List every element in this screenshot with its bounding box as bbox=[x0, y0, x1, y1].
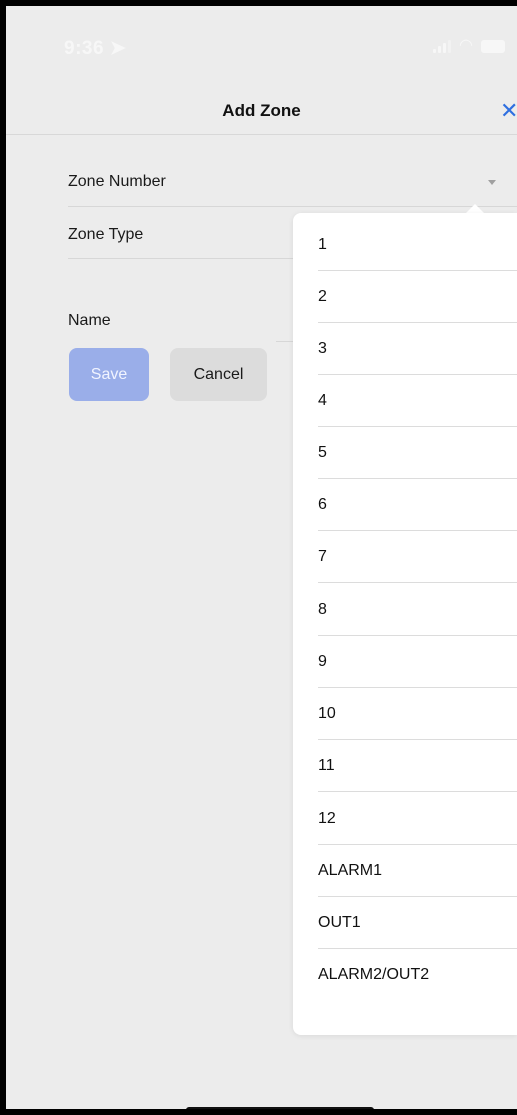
dropdown-option[interactable]: 10 bbox=[318, 688, 517, 740]
dropdown-option[interactable]: 12 bbox=[318, 793, 517, 845]
close-icon[interactable]: ✕ bbox=[500, 98, 517, 124]
status-time-text: 9:36 bbox=[64, 38, 105, 59]
page-title: Add Zone bbox=[222, 101, 301, 120]
dropdown-option[interactable]: ALARM2/OUT2 bbox=[318, 949, 517, 1001]
dropdown-option[interactable]: 7 bbox=[318, 531, 517, 583]
header-divider bbox=[6, 134, 517, 135]
name-label: Name bbox=[68, 312, 111, 329]
dropdown-option[interactable]: 4 bbox=[318, 375, 517, 427]
dropdown-option[interactable]: OUT1 bbox=[318, 897, 517, 949]
dropdown-option[interactable]: 3 bbox=[318, 323, 517, 375]
status-time: 9:36 ➤ bbox=[64, 37, 126, 60]
cellular-signal-icon bbox=[433, 39, 451, 53]
zone-type-label: Zone Type bbox=[68, 226, 144, 243]
wifi-icon: ◠ bbox=[459, 37, 473, 54]
dropdown-option[interactable]: 6 bbox=[318, 479, 517, 531]
status-icons: ◠ bbox=[433, 37, 505, 54]
dropdown-option[interactable]: ALARM1 bbox=[318, 845, 517, 897]
home-indicator[interactable] bbox=[186, 1107, 374, 1109]
battery-icon bbox=[480, 39, 505, 53]
dropdown-option[interactable]: 11 bbox=[318, 740, 517, 792]
app-screen: 9:36 ➤ ◠ Add Zone ✕ Zone Number Zone Typ… bbox=[6, 6, 517, 1109]
chevron-down-icon[interactable] bbox=[488, 180, 496, 185]
zone-number-dropdown[interactable]: 1 2 3 4 5 6 7 8 9 10 11 12 ALARM1 OUT1 A… bbox=[293, 213, 517, 1035]
save-button[interactable]: Save bbox=[69, 348, 149, 401]
dropdown-caret bbox=[466, 204, 484, 213]
dropdown-option[interactable]: 9 bbox=[318, 636, 517, 688]
zone-number-label: Zone Number bbox=[68, 173, 166, 190]
divider bbox=[68, 206, 517, 207]
cancel-button[interactable]: Cancel bbox=[170, 348, 267, 401]
dropdown-option[interactable]: 1 bbox=[318, 219, 517, 271]
dropdown-option[interactable]: 2 bbox=[318, 271, 517, 323]
dropdown-option[interactable]: 5 bbox=[318, 427, 517, 479]
dropdown-option[interactable]: 8 bbox=[318, 584, 517, 636]
location-arrow-icon: ➤ bbox=[109, 38, 127, 59]
